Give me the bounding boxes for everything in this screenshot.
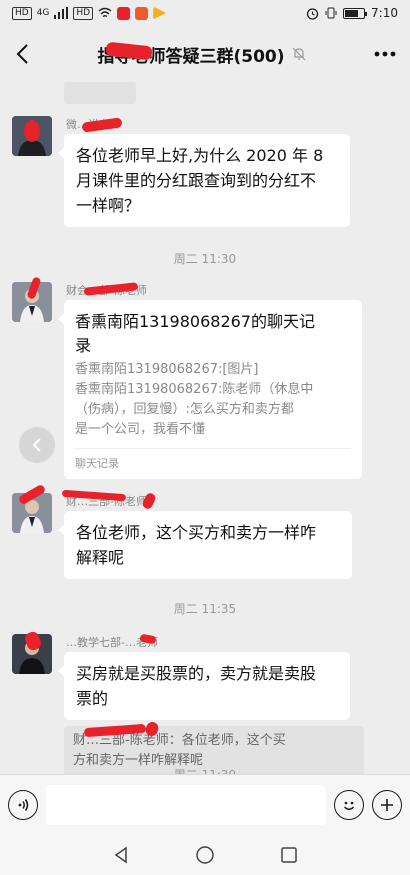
message-line: 解释呢 [76,548,125,567]
redaction-mark [24,120,40,142]
nav-home-icon[interactable] [195,845,215,865]
card-preview-line: 香熏南陌13198068267:[图片] [75,362,259,377]
app-notification-icon [117,6,131,20]
hd-badge-2: HD [73,6,94,20]
chevron-left-icon [32,438,41,452]
alarm-icon [306,7,319,20]
plus-icon [381,798,393,811]
message-bubble[interactable]: 各位老师，这个买方和卖方一样咋 解释呢 [58,511,352,579]
message-line: 买房就是买股票的，卖方就是卖股 [76,664,317,683]
card-footer: 聊天记录 [75,448,351,471]
chat-area[interactable]: 微…讲老师 各位老师早上好,为什么 2020 年 8 月课件里的分红跟查询到的分… [0,82,410,774]
message-bubble[interactable]: 买房就是买股票的，卖方就是卖股 票的 [58,652,350,720]
ellipsis-icon [374,51,396,57]
message-bubble[interactable]: 各位老师早上好,为什么 2020 年 8 月课件里的分红跟查询到的分红不 一样啊… [58,134,350,227]
timestamp: 周二 11:39 [0,766,410,774]
scroll-back-button[interactable] [19,427,55,463]
chat-header: 指导老师答疑三群(500) [0,26,410,82]
nav-back-icon[interactable] [112,846,130,864]
app-notification-icon-2 [135,6,149,20]
status-right: 7:10 [306,6,398,20]
timestamp: 周二 11:35 [173,602,237,616]
input-bar [0,774,410,834]
card-preview-line: 是一个公司，我看不懂 [75,422,206,437]
system-nav-bar [0,834,410,875]
voice-icon [18,798,29,811]
status-left: HD 4G HD [12,6,167,20]
bell-off-icon [292,47,305,61]
message-line: 月课件里的分红跟查询到的分红不 [76,171,317,190]
hd-badge: HD [12,6,32,20]
chevron-left-icon [16,44,28,64]
title-wrap: 指导老师答疑三群(500) [44,42,360,67]
image-thumbnail[interactable] [64,82,136,104]
message-input[interactable] [46,784,326,825]
card-title-line: 香熏南陌13198068267的聊天记 [75,312,315,331]
network-badge: 4G [36,8,50,18]
clock: 7:10 [371,6,398,20]
card-title-line: 录 [75,336,92,355]
emoji-button[interactable] [334,789,364,820]
vibrate-icon [325,7,337,19]
message-line: 一样啊？ [76,196,141,215]
battery-icon [343,7,368,19]
emoji-icon [343,801,355,810]
signal-icon [54,7,69,19]
nav-recent-icon[interactable] [280,846,298,864]
plus-button[interactable] [372,789,402,820]
app-notification-icon-3 [153,6,167,20]
status-bar: HD 4G HD 7:10 [0,0,410,26]
card-preview-line: （伤病），回复慢）:怎么买方和卖方都 [75,402,294,417]
chat-record-card[interactable]: 香熏南陌13198068267的聊天记 录 香熏南陌13198068267:[图… [58,300,362,479]
more-button[interactable] [360,26,410,82]
back-button[interactable] [0,26,44,82]
wifi-icon [98,7,112,18]
message-line: 各位老师早上好,为什么 2020 年 8 [76,146,324,165]
voice-button[interactable] [8,789,38,820]
timestamp: 周二 11:30 [173,252,237,266]
card-preview-line: 香熏南陌13198068267:陈老师（休息中 [75,382,314,397]
message-line: 票的 [76,689,109,708]
message-line: 各位老师，这个买方和卖方一样咋 [76,523,317,542]
